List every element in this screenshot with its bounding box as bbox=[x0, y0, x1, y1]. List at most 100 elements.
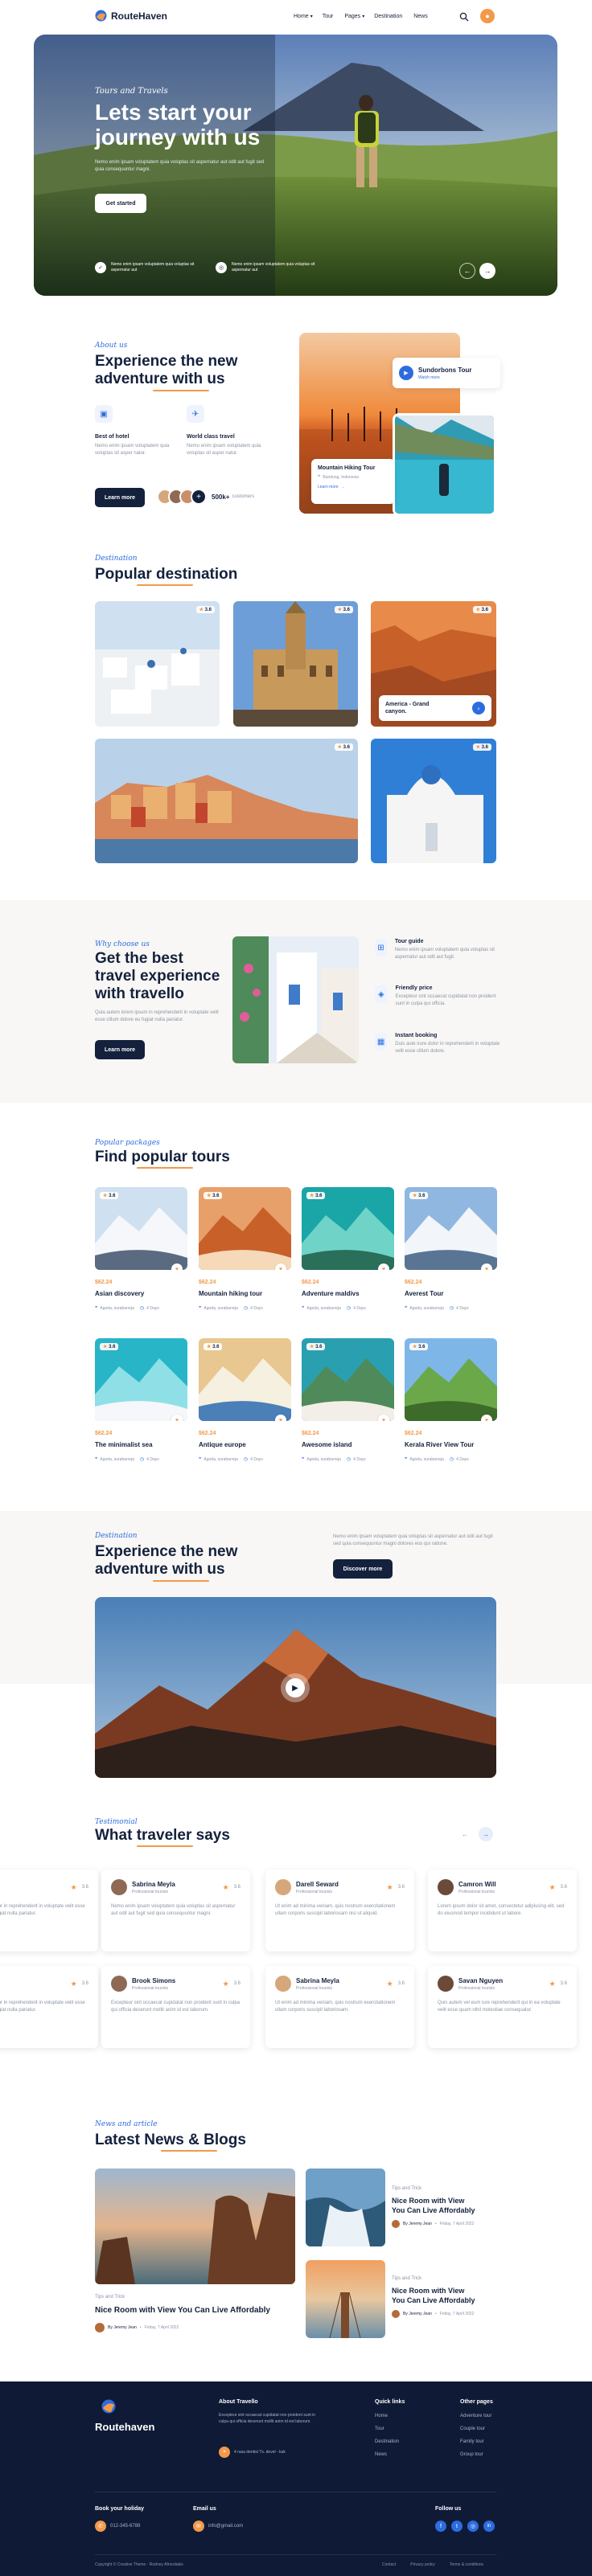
sundorbons-tour-card[interactable]: ▶ Sundorbons Tour Watch more bbox=[393, 358, 500, 388]
reviewer-name: Darell Seward bbox=[296, 1880, 339, 1888]
news-side-image-1[interactable] bbox=[306, 2169, 385, 2246]
star-icon: ★ bbox=[103, 1194, 108, 1198]
avatar bbox=[392, 2220, 400, 2228]
reviewer-name: Savan Nguyen bbox=[458, 1976, 504, 1984]
destination-card[interactable]: ★ 3.6 bbox=[371, 739, 496, 863]
search-icon[interactable] bbox=[459, 11, 469, 22]
heart-icon[interactable]: ♥ bbox=[275, 1415, 286, 1421]
hero-prev-button[interactable]: ← bbox=[459, 263, 475, 279]
footer-link[interactable]: Couple tour bbox=[460, 2422, 491, 2435]
facebook-icon[interactable]: f bbox=[435, 2521, 446, 2532]
nav-home[interactable]: Home bbox=[294, 14, 309, 19]
reviewer-rating: 3.6 bbox=[81, 1981, 88, 1986]
news-side-image-2[interactable] bbox=[306, 2260, 385, 2338]
mountain-hiking-tour-card[interactable]: Mountain Hiking Tour ⌖ Bandung, Indonesi… bbox=[311, 459, 395, 504]
news-main-title[interactable]: Nice Room with View You Can Live Afforda… bbox=[95, 2306, 270, 2315]
news-side-title[interactable]: Nice Room with View You Can Live Afforda… bbox=[392, 2196, 496, 2215]
heart-icon[interactable]: ♥ bbox=[378, 1415, 389, 1421]
nav-news[interactable]: News bbox=[413, 14, 428, 19]
tours-tag: Popular packages bbox=[95, 1139, 160, 1147]
footer-legal-link[interactable]: Terms & conditions bbox=[450, 2562, 483, 2567]
choose-learn-more-button[interactable]: Learn more bbox=[95, 1040, 145, 1059]
footer-legal-link[interactable]: Privacy policy bbox=[410, 2562, 435, 2567]
avatar[interactable]: ● bbox=[480, 9, 495, 23]
tour-card[interactable]: ★ 3.6 ♥ $62.24 The minimalist sea ⌖ Agod… bbox=[95, 1338, 187, 1475]
about-learn-more-button[interactable]: Learn more bbox=[95, 488, 145, 507]
clock-icon: ◷ bbox=[449, 1457, 454, 1462]
nav-pages[interactable]: Pages bbox=[344, 14, 360, 19]
logo[interactable]: RouteHaven bbox=[95, 10, 167, 22]
news-side-item-1: Tips and Trick Nice Room with View You C… bbox=[392, 2185, 496, 2228]
clock-icon: ◷ bbox=[346, 1306, 352, 1311]
footer-link[interactable]: Destination bbox=[375, 2435, 399, 2448]
play-button[interactable]: ▶ bbox=[281, 1673, 310, 1702]
footer-email[interactable]: ✉ info@gmail.com bbox=[193, 2521, 243, 2532]
tour-card[interactable]: ★ 3.6 ♥ $62.24 Averest Tour ⌖ Agoda, sur… bbox=[405, 1187, 497, 1324]
tour-card[interactable]: ★ 3.6 ♥ $62.24 Adventure maldivs ⌖ Agoda… bbox=[302, 1187, 394, 1324]
heart-icon[interactable]: ♥ bbox=[275, 1263, 286, 1270]
footer-link[interactable]: News bbox=[375, 2448, 399, 2461]
tour-card[interactable]: ★ 3.6 ♥ $62.24 Antique europe ⌖ Agoda, s… bbox=[199, 1338, 291, 1475]
footer-other-title: Other pages bbox=[460, 2399, 493, 2405]
tour-price: $62.24 bbox=[405, 1431, 422, 1436]
destination-card[interactable]: ★ 3.6 bbox=[233, 601, 358, 727]
nav-tour[interactable]: Tour bbox=[323, 14, 334, 19]
heart-icon[interactable]: ♥ bbox=[378, 1263, 389, 1270]
popular-tag: Destination bbox=[95, 555, 138, 563]
heart-icon[interactable]: ♥ bbox=[171, 1263, 183, 1270]
news-side-title[interactable]: Nice Room with View You Can Live Afforda… bbox=[392, 2286, 496, 2305]
destination-card[interactable]: ★ 3.6 bbox=[95, 739, 358, 863]
grand-canyon-card[interactable]: America - Grand canyon. › bbox=[379, 695, 491, 721]
tour-card[interactable]: ★ 3.6 ♥ $62.24 Asian discovery ⌖ Agoda, … bbox=[95, 1187, 187, 1324]
linkedin-icon[interactable]: in bbox=[483, 2521, 495, 2532]
discover-more-button[interactable]: Discover more bbox=[333, 1559, 393, 1579]
arrow-right-icon[interactable]: › bbox=[472, 702, 485, 715]
heart-icon[interactable]: ♥ bbox=[481, 1263, 492, 1270]
testimonials-prev-button[interactable]: ← bbox=[458, 1827, 472, 1841]
reviewer-role: Professional tourists bbox=[458, 1985, 495, 1991]
instagram-icon[interactable]: ◎ bbox=[467, 2521, 479, 2532]
news-main-image[interactable] bbox=[95, 2169, 295, 2284]
footer-link[interactable]: Tour bbox=[375, 2422, 399, 2435]
shield-icon: ✓ bbox=[95, 262, 106, 273]
footer-bottom-divider bbox=[95, 2554, 496, 2555]
main-nav: Home ▾ Tour Pages ▾ Destination News bbox=[294, 14, 439, 19]
news-side-item-2: Tips and Trick Nice Room with View You C… bbox=[392, 2275, 496, 2318]
hero-next-button[interactable]: → bbox=[479, 263, 495, 279]
chevron-down-icon: ▾ bbox=[362, 14, 365, 19]
nav-destination[interactable]: Destination bbox=[374, 14, 402, 19]
watch-more-link[interactable]: Watch more bbox=[418, 375, 472, 380]
reviewer-name: Camron Will bbox=[458, 1880, 496, 1888]
twitter-icon[interactable]: t bbox=[451, 2521, 462, 2532]
star-icon: ★ bbox=[337, 745, 342, 750]
arrow-left-icon: ← bbox=[462, 1830, 468, 1838]
news-tag: News and article bbox=[95, 2120, 158, 2128]
heart-icon[interactable]: ♥ bbox=[481, 1415, 492, 1421]
testimonials-next-button[interactable]: → bbox=[479, 1827, 493, 1841]
footer-phone[interactable]: ✆ 012-345-6789 bbox=[95, 2521, 140, 2532]
footer-link[interactable]: Family tour bbox=[460, 2435, 491, 2448]
footer-link[interactable]: Home bbox=[375, 2410, 399, 2422]
star-icon: ★ bbox=[549, 1979, 556, 1988]
footer-logo[interactable]: Routehaven bbox=[95, 2399, 154, 2433]
reviewer-rating: 3.6 bbox=[397, 1885, 405, 1890]
footer-link[interactable]: Group tour bbox=[460, 2448, 491, 2461]
tour-card[interactable]: ★ 3.6 ♥ $62.24 Mountain hiking tour ⌖ Ag… bbox=[199, 1187, 291, 1324]
page: RouteHaven Home ▾ Tour Pages ▾ Destinati… bbox=[0, 0, 592, 2576]
rating-badge: ★ 3.6 bbox=[472, 743, 491, 751]
learn-more-link[interactable]: Learn more bbox=[318, 485, 339, 489]
footer-about-text: Excepteur sint occaecat cupidatat non pr… bbox=[219, 2413, 316, 2424]
get-started-button[interactable]: Get started bbox=[95, 194, 146, 213]
footer-link[interactable]: Adventure tour bbox=[460, 2410, 491, 2422]
heart-icon[interactable]: ♥ bbox=[171, 1415, 183, 1421]
feature-world-class-travel: ✈ World class travel Nemo enim ipsam vol… bbox=[187, 405, 267, 457]
footer-other-links: Adventure tour Couple tour Family tour G… bbox=[460, 2410, 491, 2461]
footer-legal-link[interactable]: Contact bbox=[382, 2562, 396, 2567]
rating-badge: ★ 3.6 bbox=[306, 1343, 326, 1350]
tour-card[interactable]: ★ 3.6 ♥ $62.24 Awesome island ⌖ Agoda, s… bbox=[302, 1338, 394, 1475]
about-tag: About us bbox=[95, 342, 128, 350]
reviewer-role: Tourists bbox=[0, 1986, 66, 1991]
play-icon: ▶ bbox=[286, 1678, 305, 1698]
destination-card[interactable]: ★ 3.6 bbox=[95, 601, 220, 727]
tour-card[interactable]: ★ 3.6 ♥ $62.24 Kerala River View Tour ⌖ … bbox=[405, 1338, 497, 1475]
